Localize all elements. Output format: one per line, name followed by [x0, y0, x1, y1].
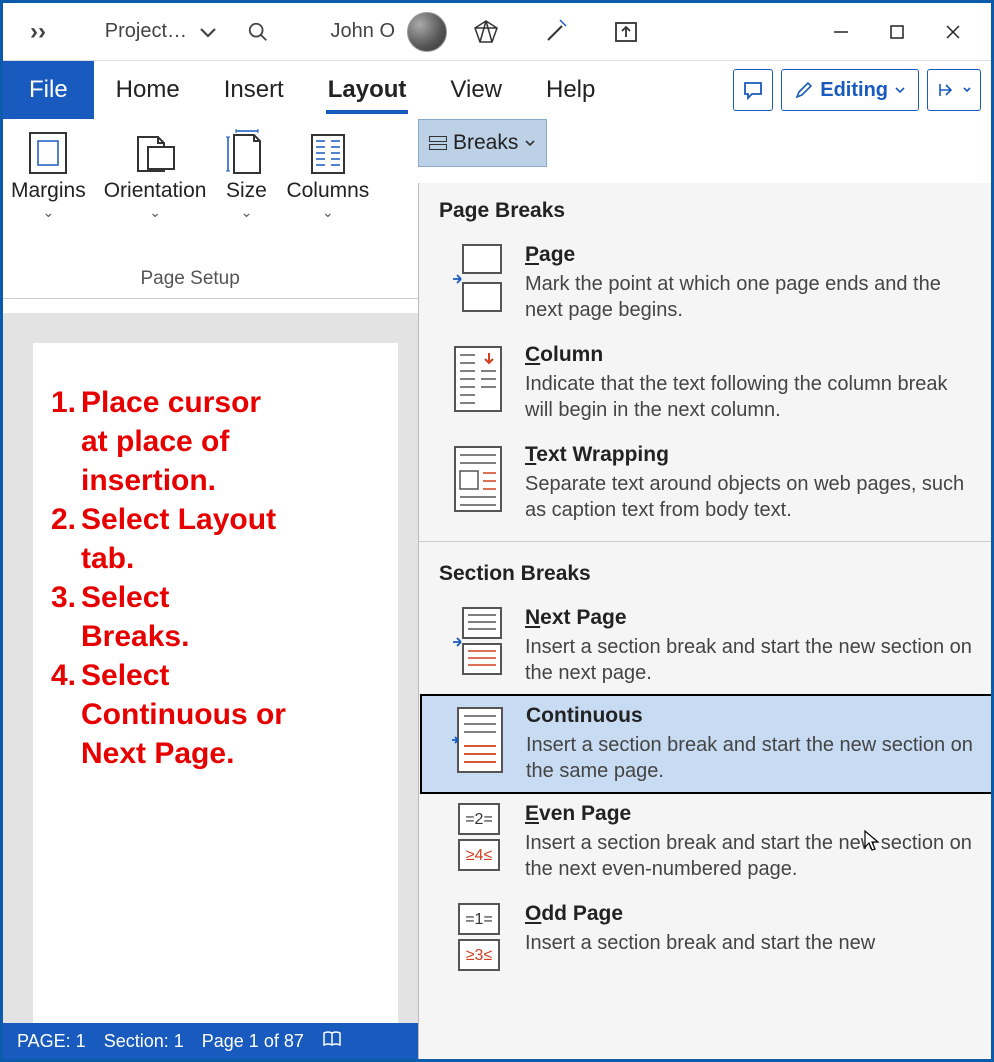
- chevron-down-icon: [524, 138, 536, 148]
- size-button[interactable]: Size ⌄: [216, 125, 276, 262]
- updates-icon[interactable]: [591, 12, 661, 52]
- reading-view-icon[interactable]: [322, 1029, 342, 1054]
- dropdown-item-desc: Indicate that the text following the col…: [525, 371, 976, 423]
- breaks-icon: [429, 136, 447, 150]
- close-button[interactable]: [925, 12, 981, 52]
- orientation-icon: [130, 129, 180, 177]
- svg-text:≥3≤: ≥3≤: [466, 947, 493, 964]
- chevron-down-icon: ⌄: [42, 204, 54, 221]
- dropdown-item-desc: Insert a section break and start the new…: [525, 634, 976, 686]
- dropdown-item-text-wrapping[interactable]: Text Wrapping Separate text around objec…: [419, 433, 994, 533]
- column-break-icon: [449, 343, 507, 415]
- text-wrapping-icon: [449, 443, 507, 515]
- design-ideas-icon[interactable]: [521, 12, 591, 52]
- dropdown-item-title: Page: [525, 243, 976, 267]
- dropdown-item-title: Column: [525, 343, 976, 367]
- dropdown-item-desc: Separate text around objects on web page…: [525, 471, 976, 523]
- even-page-break-icon: =2= ≥4≤: [449, 802, 507, 874]
- ribbon-group-label: Page Setup: [141, 262, 240, 298]
- tab-view[interactable]: View: [428, 61, 524, 119]
- dropdown-item-desc: Insert a section break and start the new…: [526, 732, 975, 784]
- dropdown-item-desc: Insert a section break and start the new: [525, 930, 976, 956]
- minimize-button[interactable]: [813, 12, 869, 52]
- maximize-button[interactable]: [869, 12, 925, 52]
- breaks-dropdown: Page Breaks Page Mark the point at which…: [418, 183, 994, 1062]
- tab-layout[interactable]: Layout: [306, 61, 429, 119]
- svg-text:≥4≤: ≥4≤: [466, 847, 493, 864]
- odd-page-break-icon: =1= ≥3≤: [449, 902, 507, 974]
- dropdown-item-page[interactable]: Page Mark the point at which one page en…: [419, 233, 994, 333]
- dropdown-item-title: Odd Page: [525, 902, 976, 926]
- dropdown-item-continuous[interactable]: Continuous Insert a section break and st…: [420, 694, 993, 794]
- columns-button[interactable]: Columns ⌄: [278, 125, 377, 262]
- share-button[interactable]: [927, 69, 981, 111]
- continuous-break-icon: [450, 704, 508, 776]
- chevron-down-icon: ⌄: [241, 204, 253, 221]
- dropdown-item-title: Continuous: [526, 704, 975, 728]
- dropdown-header-section-breaks: Section Breaks: [419, 550, 994, 596]
- breaks-label: Breaks: [453, 131, 518, 155]
- search-icon[interactable]: [223, 12, 293, 52]
- overflow-button[interactable]: ››: [13, 12, 63, 52]
- ribbon-group-page-setup: Margins ⌄ Orientation ⌄ Size ⌄ Columns ⌄: [3, 119, 377, 298]
- premium-icon[interactable]: [451, 12, 521, 52]
- editing-mode-button[interactable]: Editing: [781, 69, 919, 111]
- avatar[interactable]: [403, 12, 451, 52]
- columns-icon: [306, 129, 350, 177]
- instructions-text: 1.Place cursor at place of insertion. 2.…: [51, 383, 380, 773]
- status-page[interactable]: PAGE: 1: [17, 1031, 86, 1052]
- document-page[interactable]: 1.Place cursor at place of insertion. 2.…: [33, 343, 398, 1033]
- dropdown-item-column[interactable]: Column Indicate that the text following …: [419, 333, 994, 433]
- dropdown-item-desc: Insert a section break and start the new…: [525, 830, 976, 882]
- svg-text:=2=: =2=: [465, 811, 493, 828]
- titlebar: ›› Project… John O: [3, 3, 991, 61]
- editing-label: Editing: [820, 79, 888, 102]
- dropdown-item-odd-page[interactable]: =1= ≥3≤ Odd Page Insert a section break a…: [419, 892, 994, 984]
- chevron-down-icon: ⌄: [322, 204, 334, 221]
- tab-file[interactable]: File: [3, 61, 94, 119]
- document-area: 1.Place cursor at place of insertion. 2.…: [3, 313, 418, 1033]
- margins-icon: [26, 129, 70, 177]
- user-name[interactable]: John O: [293, 12, 403, 52]
- tab-help[interactable]: Help: [524, 61, 617, 119]
- app-window: ›› Project… John O File Home Insert Layo…: [0, 0, 994, 1062]
- status-section[interactable]: Section: 1: [104, 1031, 184, 1052]
- next-page-break-icon: [449, 606, 507, 678]
- size-icon: [224, 129, 268, 177]
- status-pages[interactable]: Page 1 of 87: [202, 1031, 304, 1052]
- chevron-down-icon: ⌄: [149, 204, 161, 221]
- dropdown-item-next-page[interactable]: Next Page Insert a section break and sta…: [419, 596, 994, 696]
- dropdown-item-desc: Mark the point at which one page ends an…: [525, 271, 976, 323]
- document-chevron-icon[interactable]: [193, 12, 223, 52]
- margins-button[interactable]: Margins ⌄: [3, 125, 94, 262]
- svg-text:=1=: =1=: [465, 911, 493, 928]
- orientation-button[interactable]: Orientation ⌄: [96, 125, 215, 262]
- breaks-button[interactable]: Breaks: [418, 119, 547, 167]
- dropdown-item-even-page[interactable]: =2= ≥4≤ Even Page Insert a section break …: [419, 792, 994, 892]
- ribbon-tabs: File Home Insert Layout View Help Editin…: [3, 61, 991, 119]
- document-name[interactable]: Project…: [63, 12, 193, 52]
- status-bar: PAGE: 1 Section: 1 Page 1 of 87: [3, 1023, 418, 1059]
- dropdown-item-title: Next Page: [525, 606, 976, 630]
- tab-insert[interactable]: Insert: [202, 61, 306, 119]
- tab-home[interactable]: Home: [94, 61, 202, 119]
- dropdown-header-page-breaks: Page Breaks: [419, 187, 994, 233]
- dropdown-item-title: Even Page: [525, 802, 976, 826]
- comments-button[interactable]: [733, 69, 773, 111]
- dropdown-item-title: Text Wrapping: [525, 443, 976, 467]
- page-break-icon: [449, 243, 507, 315]
